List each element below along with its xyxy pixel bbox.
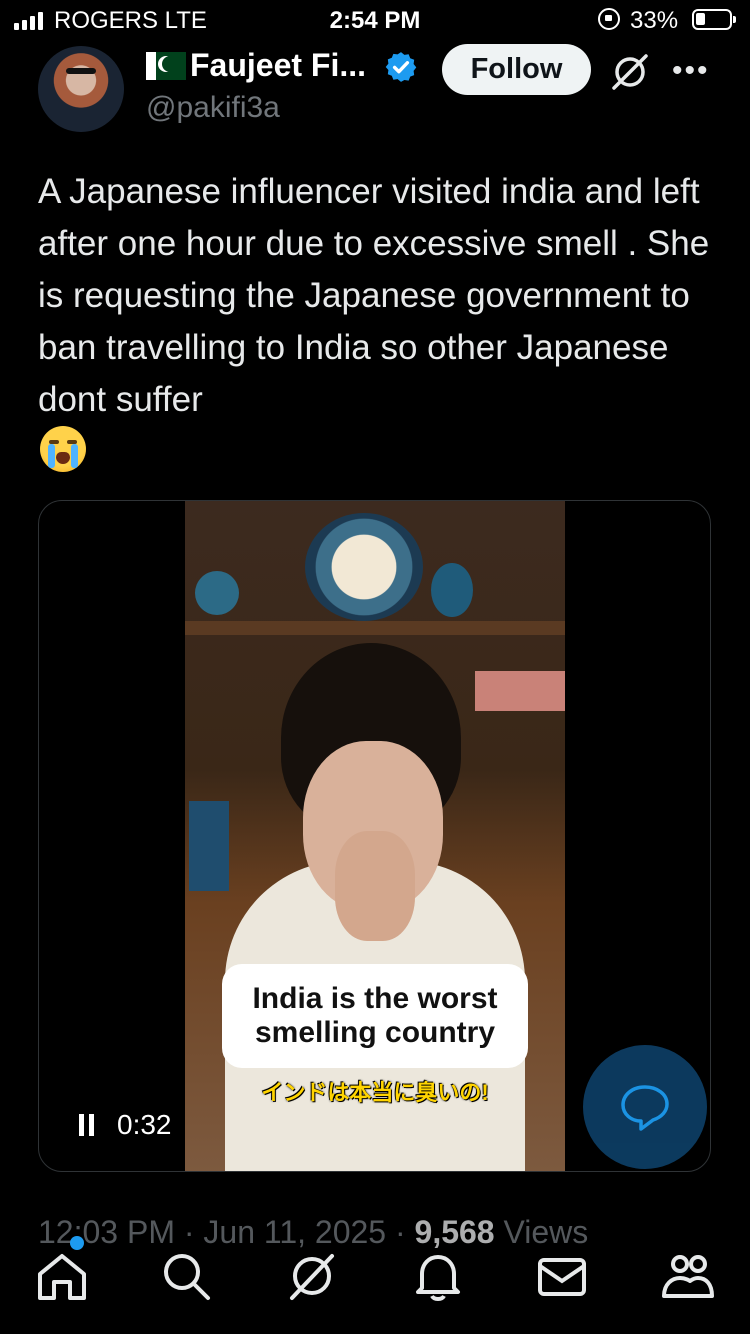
communities-icon[interactable] (660, 1248, 716, 1304)
japanese-caption: インドは本当に臭いの! (261, 1080, 489, 1105)
post-text: A Japanese influencer visited india and … (38, 172, 710, 419)
shelf (185, 621, 565, 635)
status-bar: ROGERS LTE 2:54 PM 33% (0, 0, 750, 40)
messages-icon[interactable] (534, 1248, 590, 1304)
video-caption: India is the worst smelling country (222, 964, 528, 1068)
caption-line: India is the worst (252, 982, 498, 1015)
author-display-name[interactable]: Faujeet Fi... (190, 47, 366, 84)
battery-percent: 33% (630, 7, 679, 34)
more-options-icon[interactable]: ••• (672, 54, 710, 88)
video-frame[interactable]: India is the worst smelling country インドは… (185, 501, 565, 1171)
follow-button[interactable]: Follow (442, 44, 591, 95)
pause-icon[interactable] (79, 1114, 94, 1136)
books (475, 671, 565, 711)
decorative-plate (195, 571, 239, 615)
decorative-plate (305, 513, 423, 621)
home-icon[interactable] (34, 1248, 90, 1304)
caption-line: smelling country (254, 1016, 496, 1049)
reply-fab-button[interactable] (583, 1045, 707, 1169)
notification-dot (70, 1236, 84, 1250)
notifications-icon[interactable] (410, 1248, 466, 1304)
grok-icon[interactable] (284, 1248, 340, 1304)
reply-icon (621, 1085, 669, 1131)
search-icon[interactable] (158, 1248, 214, 1304)
decorative-plate (431, 563, 473, 617)
books (189, 801, 229, 891)
battery-icon (692, 9, 736, 30)
person-hand (335, 831, 415, 941)
flag-pakistan-icon (146, 52, 186, 80)
avatar[interactable] (38, 46, 124, 132)
lock-rotation-icon (598, 8, 620, 30)
loudly-crying-face-icon (40, 426, 86, 472)
author-handle[interactable]: @pakifi3a (146, 91, 280, 125)
verified-badge-icon (385, 52, 417, 82)
video-time: 0:32 (117, 1109, 172, 1140)
bottom-nav (0, 1230, 750, 1334)
grok-icon[interactable] (608, 52, 652, 92)
